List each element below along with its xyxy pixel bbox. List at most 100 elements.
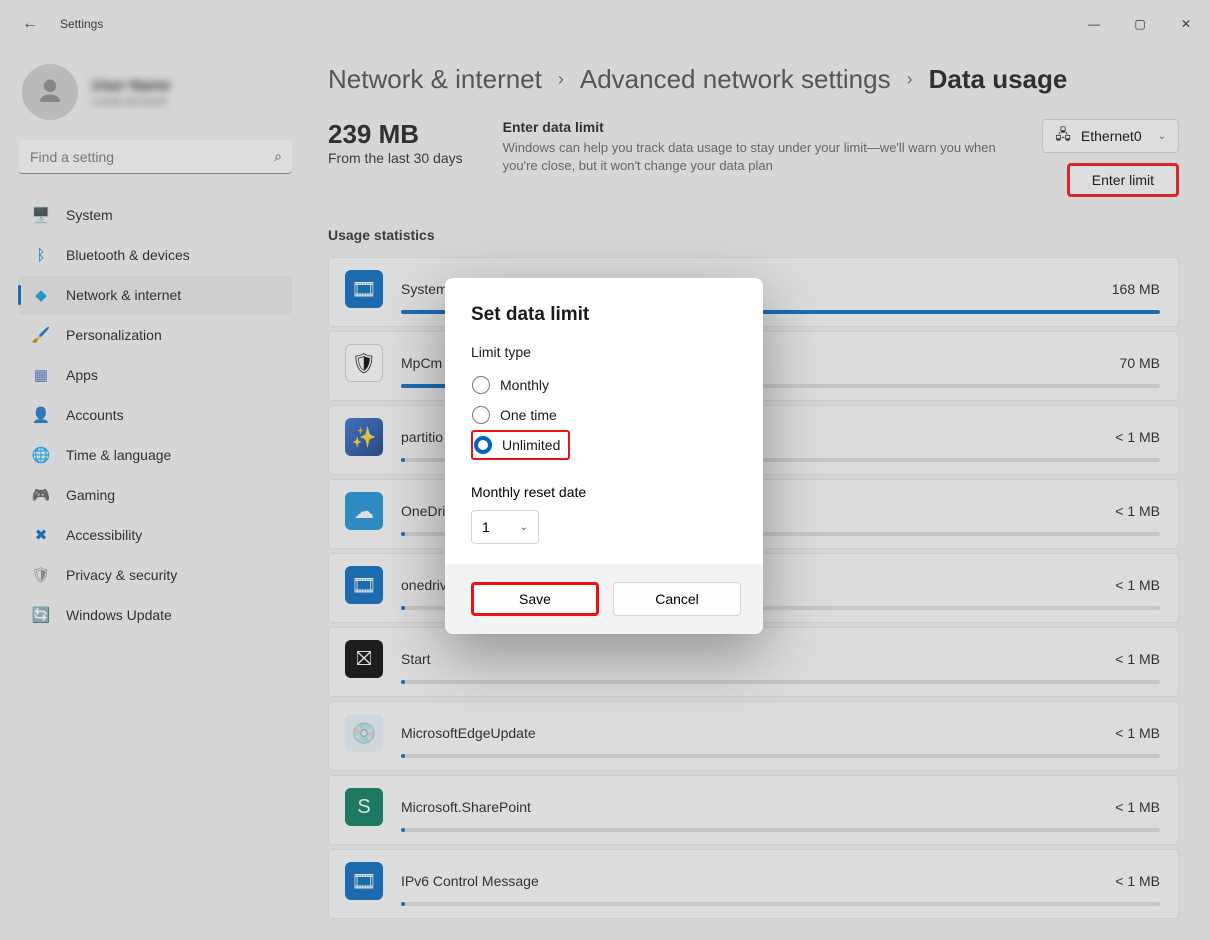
sidebar-item-time-language[interactable]: 🌐 Time & language	[18, 436, 292, 474]
app-icon: S	[345, 788, 383, 826]
app-name: Microsoft.SharePoint	[401, 799, 531, 815]
enter-limit-button[interactable]: Enter limit	[1067, 163, 1179, 197]
app-usage-amount: 70 MB	[1120, 355, 1160, 371]
nav-label: System	[66, 207, 113, 223]
app-usage-row[interactable]: ⛝Start< 1 MB	[328, 627, 1179, 697]
search-input[interactable]	[18, 140, 292, 174]
usage-bar	[401, 828, 1160, 832]
nav-icon: 🌐	[32, 446, 50, 464]
user-sub: Local account	[92, 94, 170, 108]
usage-bar	[401, 680, 1160, 684]
nav-label: Bluetooth & devices	[66, 247, 190, 263]
back-button[interactable]: ←	[22, 15, 46, 33]
app-icon: ✨	[345, 418, 383, 456]
chevron-right-icon: ›	[907, 69, 913, 90]
cancel-button[interactable]: Cancel	[613, 582, 741, 616]
app-icon: 🛡	[345, 344, 383, 382]
nav-icon: ✖	[32, 526, 50, 544]
sidebar-item-gaming[interactable]: 🎮Gaming	[18, 476, 292, 514]
sidebar-item-apps[interactable]: ▦ Apps	[18, 356, 292, 394]
app-name: partitio	[401, 429, 443, 445]
reset-date-label: Monthly reset date	[471, 484, 737, 500]
dialog-title: Set data limit	[471, 304, 737, 326]
sidebar-item-windows-update[interactable]: 🔄 Windows Update	[18, 596, 292, 634]
usage-amount: 239 MB	[328, 119, 463, 150]
chevron-down-icon: ⌄	[1158, 131, 1166, 142]
radio-one-time[interactable]: One time	[471, 400, 737, 430]
app-usage-amount: < 1 MB	[1115, 873, 1160, 889]
sidebar-item-bluetooth-devices[interactable]: ᛒ Bluetooth & devices	[18, 236, 292, 274]
nav-icon: ▦	[32, 366, 50, 384]
maximize-button[interactable]: ▢	[1117, 8, 1163, 40]
nav-label: Time & language	[66, 447, 171, 463]
app-name: OneDri	[401, 503, 445, 519]
sidebar-item-accounts[interactable]: 👤 Accounts	[18, 396, 292, 434]
app-icon: 💿	[345, 714, 383, 752]
app-usage-amount: < 1 MB	[1115, 725, 1160, 741]
app-name: MpCm	[401, 355, 442, 371]
nav-label: Network & internet	[66, 287, 181, 303]
app-name: System	[401, 281, 448, 297]
nav-icon: 🎮	[32, 486, 50, 504]
chevron-down-icon: ⌄	[520, 522, 528, 533]
limit-type-label: Limit type	[471, 344, 737, 360]
nav-icon: 🛡	[32, 566, 50, 584]
nav-icon: ᛒ	[32, 247, 50, 264]
nav-label: Apps	[66, 367, 98, 383]
adapter-dropdown[interactable]: 🖧 Ethernet0 ⌄	[1042, 119, 1179, 153]
sidebar-item-network-internet[interactable]: ◆ Network & internet	[18, 276, 292, 314]
ethernet-icon: 🖧	[1055, 124, 1071, 148]
breadcrumb-advanced[interactable]: Advanced network settings	[580, 64, 891, 95]
nav-icon: 🖌️	[32, 326, 50, 344]
avatar	[22, 64, 78, 120]
app-icon: ⛝	[345, 640, 383, 678]
adapter-label: Ethernet0	[1081, 128, 1142, 144]
user-name: User Name	[92, 77, 170, 94]
limit-description: Windows can help you track data usage to…	[503, 139, 1003, 174]
radio-unlimited[interactable]: Unlimited	[471, 430, 570, 460]
app-usage-amount: < 1 MB	[1115, 503, 1160, 519]
app-icon: 🎞	[345, 566, 383, 604]
reset-date-dropdown[interactable]: 1 ⌄	[471, 510, 539, 544]
sidebar-item-personalization[interactable]: 🖌️ Personalization	[18, 316, 292, 354]
close-button[interactable]: ✕	[1163, 8, 1209, 40]
radio-monthly[interactable]: Monthly	[471, 370, 737, 400]
nav-label: Personalization	[66, 327, 162, 343]
nav-icon: 🔄	[32, 606, 50, 624]
app-name: MicrosoftEdgeUpdate	[401, 725, 536, 741]
nav-icon: ◆	[32, 286, 50, 304]
usage-bar	[401, 754, 1160, 758]
sidebar-item-accessibility[interactable]: ✖ Accessibility	[18, 516, 292, 554]
nav-label: Privacy & security	[66, 567, 177, 583]
app-name: onedriv	[401, 577, 447, 593]
usage-bar	[401, 902, 1160, 906]
limit-heading: Enter data limit	[503, 119, 1003, 135]
nav-icon: 🖥️	[32, 206, 50, 224]
set-data-limit-dialog: Set data limit Limit type Monthly One ti…	[445, 278, 763, 634]
nav-label: Windows Update	[66, 607, 172, 623]
save-button[interactable]: Save	[471, 582, 599, 616]
breadcrumb-current: Data usage	[929, 64, 1068, 95]
search-icon: ⌕	[274, 148, 282, 165]
nav-label: Accessibility	[66, 527, 142, 543]
app-usage-amount: < 1 MB	[1115, 799, 1160, 815]
breadcrumb-network[interactable]: Network & internet	[328, 64, 542, 95]
minimize-button[interactable]: —	[1071, 8, 1117, 40]
sidebar-item-system[interactable]: 🖥️ System	[18, 196, 292, 234]
app-usage-row[interactable]: 💿 MicrosoftEdgeUpdate < 1 MB	[328, 701, 1179, 771]
app-usage-row[interactable]: 🎞IPv6 Control Message< 1 MB	[328, 849, 1179, 919]
user-profile[interactable]: User Name Local account	[22, 64, 292, 120]
app-icon: ☁	[345, 492, 383, 530]
app-name: Start	[401, 651, 431, 667]
app-usage-amount: 168 MB	[1112, 281, 1160, 297]
app-icon: 🎞	[345, 862, 383, 900]
app-icon: 🎞	[345, 270, 383, 308]
usage-period: From the last 30 days	[328, 150, 463, 166]
section-heading: Usage statistics	[328, 227, 1179, 243]
window-title: Settings	[60, 17, 103, 31]
app-usage-row[interactable]: S Microsoft.SharePoint < 1 MB	[328, 775, 1179, 845]
nav-label: Accounts	[66, 407, 124, 423]
app-usage-amount: < 1 MB	[1115, 577, 1160, 593]
sidebar-item-privacy-security[interactable]: 🛡 Privacy & security	[18, 556, 292, 594]
nav-icon: 👤	[32, 406, 50, 424]
